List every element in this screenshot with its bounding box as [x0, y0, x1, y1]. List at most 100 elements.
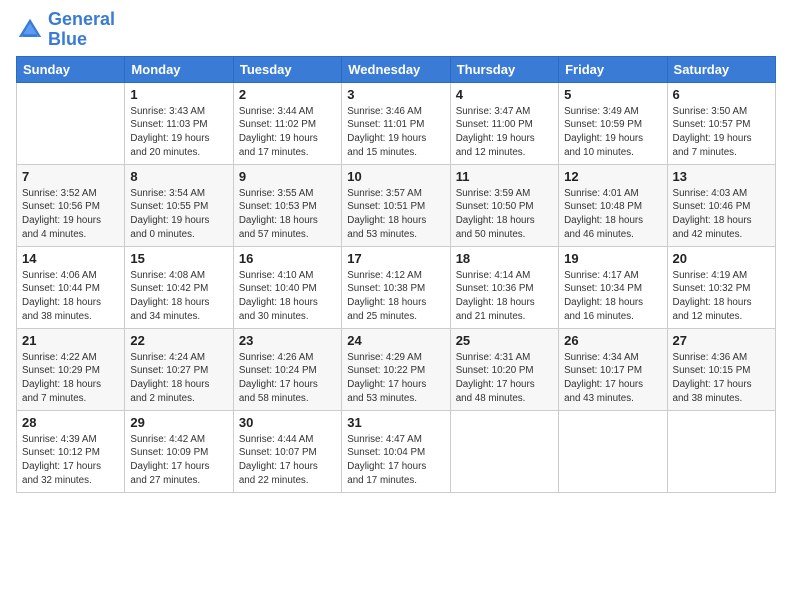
calendar-week-row: 1Sunrise: 3:43 AM Sunset: 11:03 PM Dayli… — [17, 82, 776, 164]
weekday-header-wednesday: Wednesday — [342, 56, 450, 82]
calendar-cell: 1Sunrise: 3:43 AM Sunset: 11:03 PM Dayli… — [125, 82, 233, 164]
cell-date-number: 31 — [347, 414, 444, 432]
cell-info: Sunrise: 3:54 AM Sunset: 10:55 PM Daylig… — [130, 187, 227, 242]
calendar-week-row: 28Sunrise: 4:39 AM Sunset: 10:12 PM Dayl… — [17, 410, 776, 492]
logo-name: General Blue — [48, 10, 115, 50]
cell-info: Sunrise: 4:47 AM Sunset: 10:04 PM Daylig… — [347, 433, 444, 488]
cell-info: Sunrise: 3:59 AM Sunset: 10:50 PM Daylig… — [456, 187, 553, 242]
calendar-cell: 22Sunrise: 4:24 AM Sunset: 10:27 PM Dayl… — [125, 328, 233, 410]
cell-info: Sunrise: 4:31 AM Sunset: 10:20 PM Daylig… — [456, 351, 553, 406]
cell-date-number: 24 — [347, 332, 444, 350]
calendar-cell: 27Sunrise: 4:36 AM Sunset: 10:15 PM Dayl… — [667, 328, 775, 410]
cell-date-number: 6 — [673, 86, 770, 104]
cell-date-number: 27 — [673, 332, 770, 350]
cell-info: Sunrise: 3:52 AM Sunset: 10:56 PM Daylig… — [22, 187, 119, 242]
weekday-header-row: SundayMondayTuesdayWednesdayThursdayFrid… — [17, 56, 776, 82]
weekday-header-tuesday: Tuesday — [233, 56, 341, 82]
calendar-week-row: 14Sunrise: 4:06 AM Sunset: 10:44 PM Dayl… — [17, 246, 776, 328]
cell-date-number: 10 — [347, 168, 444, 186]
cell-info: Sunrise: 3:46 AM Sunset: 11:01 PM Daylig… — [347, 105, 444, 160]
calendar-cell: 12Sunrise: 4:01 AM Sunset: 10:48 PM Dayl… — [559, 164, 667, 246]
weekday-header-friday: Friday — [559, 56, 667, 82]
cell-info: Sunrise: 3:44 AM Sunset: 11:02 PM Daylig… — [239, 105, 336, 160]
weekday-header-sunday: Sunday — [17, 56, 125, 82]
calendar-week-row: 21Sunrise: 4:22 AM Sunset: 10:29 PM Dayl… — [17, 328, 776, 410]
cell-date-number: 23 — [239, 332, 336, 350]
calendar-cell: 5Sunrise: 3:49 AM Sunset: 10:59 PM Dayli… — [559, 82, 667, 164]
cell-info: Sunrise: 4:26 AM Sunset: 10:24 PM Daylig… — [239, 351, 336, 406]
cell-date-number: 29 — [130, 414, 227, 432]
calendar-cell: 19Sunrise: 4:17 AM Sunset: 10:34 PM Dayl… — [559, 246, 667, 328]
cell-info: Sunrise: 4:06 AM Sunset: 10:44 PM Daylig… — [22, 269, 119, 324]
weekday-header-saturday: Saturday — [667, 56, 775, 82]
weekday-header-monday: Monday — [125, 56, 233, 82]
calendar-cell: 23Sunrise: 4:26 AM Sunset: 10:24 PM Dayl… — [233, 328, 341, 410]
calendar-cell — [17, 82, 125, 164]
cell-date-number: 3 — [347, 86, 444, 104]
calendar-cell: 30Sunrise: 4:44 AM Sunset: 10:07 PM Dayl… — [233, 410, 341, 492]
calendar-cell: 3Sunrise: 3:46 AM Sunset: 11:01 PM Dayli… — [342, 82, 450, 164]
weekday-header-thursday: Thursday — [450, 56, 558, 82]
calendar-cell: 2Sunrise: 3:44 AM Sunset: 11:02 PM Dayli… — [233, 82, 341, 164]
cell-date-number: 9 — [239, 168, 336, 186]
calendar-cell: 25Sunrise: 4:31 AM Sunset: 10:20 PM Dayl… — [450, 328, 558, 410]
cell-info: Sunrise: 3:47 AM Sunset: 11:00 PM Daylig… — [456, 105, 553, 160]
cell-date-number: 26 — [564, 332, 661, 350]
cell-date-number: 12 — [564, 168, 661, 186]
cell-info: Sunrise: 4:44 AM Sunset: 10:07 PM Daylig… — [239, 433, 336, 488]
cell-date-number: 14 — [22, 250, 119, 268]
cell-date-number: 25 — [456, 332, 553, 350]
calendar-cell: 13Sunrise: 4:03 AM Sunset: 10:46 PM Dayl… — [667, 164, 775, 246]
cell-date-number: 18 — [456, 250, 553, 268]
page-header: General Blue — [16, 10, 776, 50]
cell-info: Sunrise: 4:34 AM Sunset: 10:17 PM Daylig… — [564, 351, 661, 406]
calendar-week-row: 7Sunrise: 3:52 AM Sunset: 10:56 PM Dayli… — [17, 164, 776, 246]
cell-date-number: 1 — [130, 86, 227, 104]
cell-info: Sunrise: 4:14 AM Sunset: 10:36 PM Daylig… — [456, 269, 553, 324]
cell-info: Sunrise: 3:50 AM Sunset: 10:57 PM Daylig… — [673, 105, 770, 160]
logo: General Blue — [16, 10, 115, 50]
calendar-cell: 17Sunrise: 4:12 AM Sunset: 10:38 PM Dayl… — [342, 246, 450, 328]
cell-date-number: 16 — [239, 250, 336, 268]
cell-date-number: 21 — [22, 332, 119, 350]
calendar-cell: 18Sunrise: 4:14 AM Sunset: 10:36 PM Dayl… — [450, 246, 558, 328]
calendar-cell: 9Sunrise: 3:55 AM Sunset: 10:53 PM Dayli… — [233, 164, 341, 246]
calendar-cell: 4Sunrise: 3:47 AM Sunset: 11:00 PM Dayli… — [450, 82, 558, 164]
calendar-cell: 10Sunrise: 3:57 AM Sunset: 10:51 PM Dayl… — [342, 164, 450, 246]
cell-date-number: 17 — [347, 250, 444, 268]
calendar-cell: 8Sunrise: 3:54 AM Sunset: 10:55 PM Dayli… — [125, 164, 233, 246]
cell-info: Sunrise: 3:49 AM Sunset: 10:59 PM Daylig… — [564, 105, 661, 160]
cell-info: Sunrise: 4:08 AM Sunset: 10:42 PM Daylig… — [130, 269, 227, 324]
cell-info: Sunrise: 3:57 AM Sunset: 10:51 PM Daylig… — [347, 187, 444, 242]
calendar-cell — [667, 410, 775, 492]
cell-info: Sunrise: 4:29 AM Sunset: 10:22 PM Daylig… — [347, 351, 444, 406]
calendar-cell: 20Sunrise: 4:19 AM Sunset: 10:32 PM Dayl… — [667, 246, 775, 328]
calendar-cell: 28Sunrise: 4:39 AM Sunset: 10:12 PM Dayl… — [17, 410, 125, 492]
cell-info: Sunrise: 4:42 AM Sunset: 10:09 PM Daylig… — [130, 433, 227, 488]
calendar-cell: 15Sunrise: 4:08 AM Sunset: 10:42 PM Dayl… — [125, 246, 233, 328]
cell-info: Sunrise: 4:01 AM Sunset: 10:48 PM Daylig… — [564, 187, 661, 242]
cell-info: Sunrise: 4:19 AM Sunset: 10:32 PM Daylig… — [673, 269, 770, 324]
cell-date-number: 13 — [673, 168, 770, 186]
cell-info: Sunrise: 4:12 AM Sunset: 10:38 PM Daylig… — [347, 269, 444, 324]
calendar-cell: 31Sunrise: 4:47 AM Sunset: 10:04 PM Dayl… — [342, 410, 450, 492]
calendar-table: SundayMondayTuesdayWednesdayThursdayFrid… — [16, 56, 776, 493]
cell-info: Sunrise: 4:17 AM Sunset: 10:34 PM Daylig… — [564, 269, 661, 324]
cell-info: Sunrise: 4:36 AM Sunset: 10:15 PM Daylig… — [673, 351, 770, 406]
cell-date-number: 15 — [130, 250, 227, 268]
cell-date-number: 2 — [239, 86, 336, 104]
cell-info: Sunrise: 4:03 AM Sunset: 10:46 PM Daylig… — [673, 187, 770, 242]
cell-info: Sunrise: 4:24 AM Sunset: 10:27 PM Daylig… — [130, 351, 227, 406]
cell-date-number: 5 — [564, 86, 661, 104]
cell-info: Sunrise: 3:43 AM Sunset: 11:03 PM Daylig… — [130, 105, 227, 160]
cell-date-number: 11 — [456, 168, 553, 186]
calendar-cell: 7Sunrise: 3:52 AM Sunset: 10:56 PM Dayli… — [17, 164, 125, 246]
calendar-cell: 26Sunrise: 4:34 AM Sunset: 10:17 PM Dayl… — [559, 328, 667, 410]
cell-date-number: 22 — [130, 332, 227, 350]
calendar-cell: 14Sunrise: 4:06 AM Sunset: 10:44 PM Dayl… — [17, 246, 125, 328]
cell-info: Sunrise: 3:55 AM Sunset: 10:53 PM Daylig… — [239, 187, 336, 242]
cell-date-number: 19 — [564, 250, 661, 268]
calendar-cell: 6Sunrise: 3:50 AM Sunset: 10:57 PM Dayli… — [667, 82, 775, 164]
calendar-cell — [559, 410, 667, 492]
cell-date-number: 28 — [22, 414, 119, 432]
